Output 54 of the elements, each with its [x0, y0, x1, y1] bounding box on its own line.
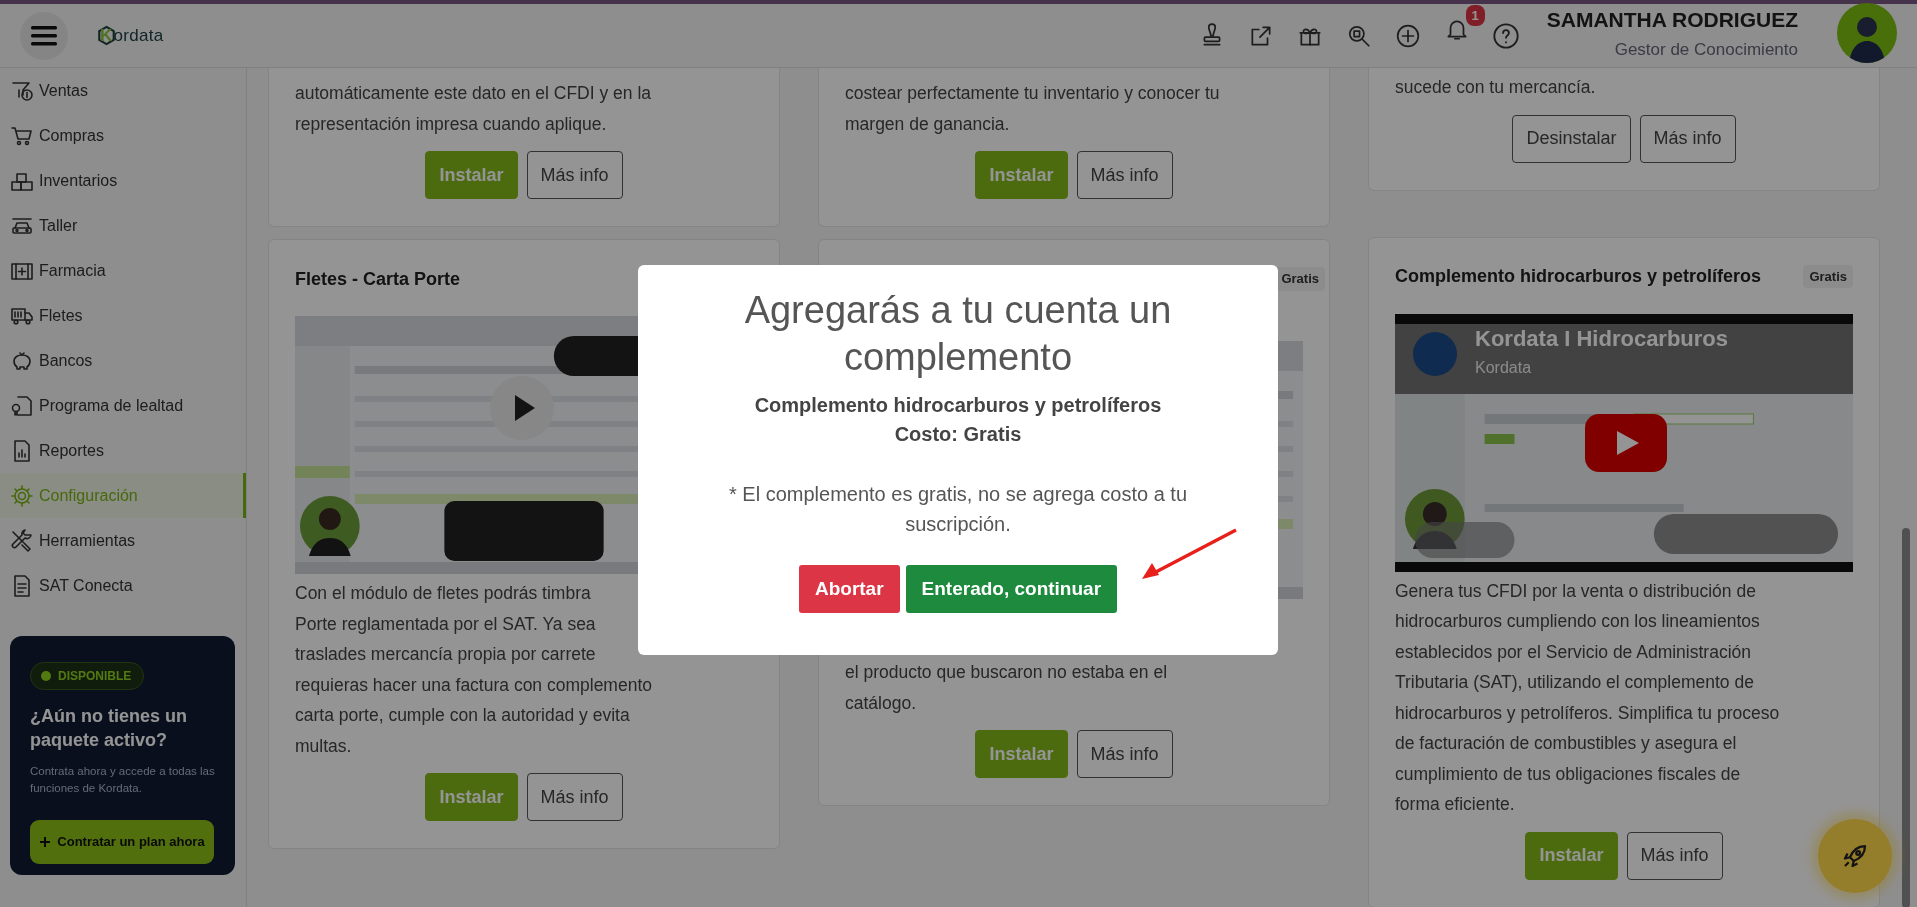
description-text: Genera tus CFDI por la venta o distribución de hidrocarburos cumpliendo con los lineamientos establecidos por el Servicio de Administración Tributaria (SAT), utilizando el complemento de hidrocarburos y petrolíferos. Simplifica tu proceso de facturación de combustibles y asegura el cumplimiento de tus obligaciones fiscales de forma eficiente.	[1395, 579, 1781, 816]
promo-text: Contrata ahora y accede a todas las funciones de Kordata.	[30, 763, 215, 797]
video-title[interactable]: Kordata I Hidrocarburos	[1475, 321, 1729, 355]
modal-title: Agregarás a tu cuenta un complemento	[743, 288, 1173, 380]
card-title: Fletes - Carta Porte	[295, 267, 461, 291]
cost-label: Costo: Gratis	[893, 422, 1023, 447]
channel-name[interactable]: Kordata	[1475, 355, 1532, 380]
sidebar-item[interactable]: Reportes	[0, 428, 246, 473]
outline-button[interactable]: Más info	[1076, 151, 1173, 199]
price-tag: Gratis	[1275, 267, 1325, 291]
menu-icon	[31, 24, 57, 47]
abort-button[interactable]: Abortar	[798, 565, 900, 613]
tools-icon	[10, 528, 34, 553]
description-text: Con el módulo de fletes podrás timbra Porte reglamentada por el SAT. Ya sea traslades mercancía propia por carrete requieras hacer una factura con complemento carta porte, cumple con la autoridad y evita multas.	[295, 582, 653, 758]
outline-button[interactable]: Más info	[1639, 114, 1736, 163]
play-button[interactable]	[1585, 413, 1667, 472]
description-text: el producto que buscaron no estaba en el catálogo.	[845, 661, 1169, 715]
outline-button[interactable]: Desinstalar	[1512, 114, 1631, 163]
help-icon[interactable]	[1491, 21, 1520, 50]
sidebar-item[interactable]: Inventarios	[0, 158, 246, 203]
outline-button[interactable]: Más info	[526, 151, 623, 199]
sidebar-item[interactable]: Taller	[0, 203, 246, 248]
sidebar-item[interactable]: Bancos	[0, 338, 246, 383]
description-text: automáticamente este dato en el CFDI y en la representación impresa cuando aplique.	[295, 82, 653, 136]
settings-icon	[10, 483, 34, 508]
modal-note: * El complemento es gratis, no se agrega costo a tu suscripción.	[728, 482, 1188, 537]
sidebar-item[interactable]: Programa de lealtad	[0, 383, 246, 428]
user-name: SAMANTHA RODRIGUEZ	[1546, 8, 1798, 32]
continue-button[interactable]: Enterado, continuar	[905, 565, 1118, 613]
product-name: Complemento hidrocarburos y petrolíferos	[753, 393, 1163, 418]
sidebar-item[interactable]: Herramientas	[0, 518, 246, 563]
sidebar-item[interactable]: Ventas	[0, 68, 246, 113]
outline-button[interactable]: Más info	[526, 773, 623, 821]
description-text: costear perfectamente tu inventario y conocer tu margen de ganancia.	[845, 82, 1221, 136]
sidebar-item[interactable]: Compras	[0, 113, 246, 158]
sidebar-item[interactable]: SAT Conecta	[0, 563, 246, 608]
price-tag: Gratis	[1803, 264, 1853, 289]
sidebar-item[interactable]: Farmacia	[0, 248, 246, 293]
scrollbar-thumb[interactable]	[1902, 528, 1910, 907]
add-icon[interactable]	[1394, 22, 1421, 49]
notification-count: 1	[1465, 4, 1485, 26]
menu-button[interactable]	[20, 11, 68, 60]
description-text: sucede con tu mercancía.	[1395, 76, 1597, 99]
plus-icon	[39, 836, 52, 849]
sidebar-item[interactable]: Fletes	[0, 293, 246, 338]
card-title: Complemento hidrocarburos y petrolíferos	[1395, 265, 1762, 288]
user-role: Gestor de Conocimiento	[1613, 39, 1798, 62]
document-award-icon	[10, 393, 34, 418]
status-badge: DISPONIBLE	[30, 662, 145, 690]
outline-button[interactable]: Más info	[1626, 831, 1723, 880]
outline-button[interactable]: Más info	[1076, 730, 1173, 778]
contract-plan-button[interactable]: Contratar un plan ahora	[30, 820, 214, 865]
promo-title: ¿Aún no tienes un paquete activo?	[30, 705, 188, 753]
play-button[interactable]	[490, 376, 554, 440]
